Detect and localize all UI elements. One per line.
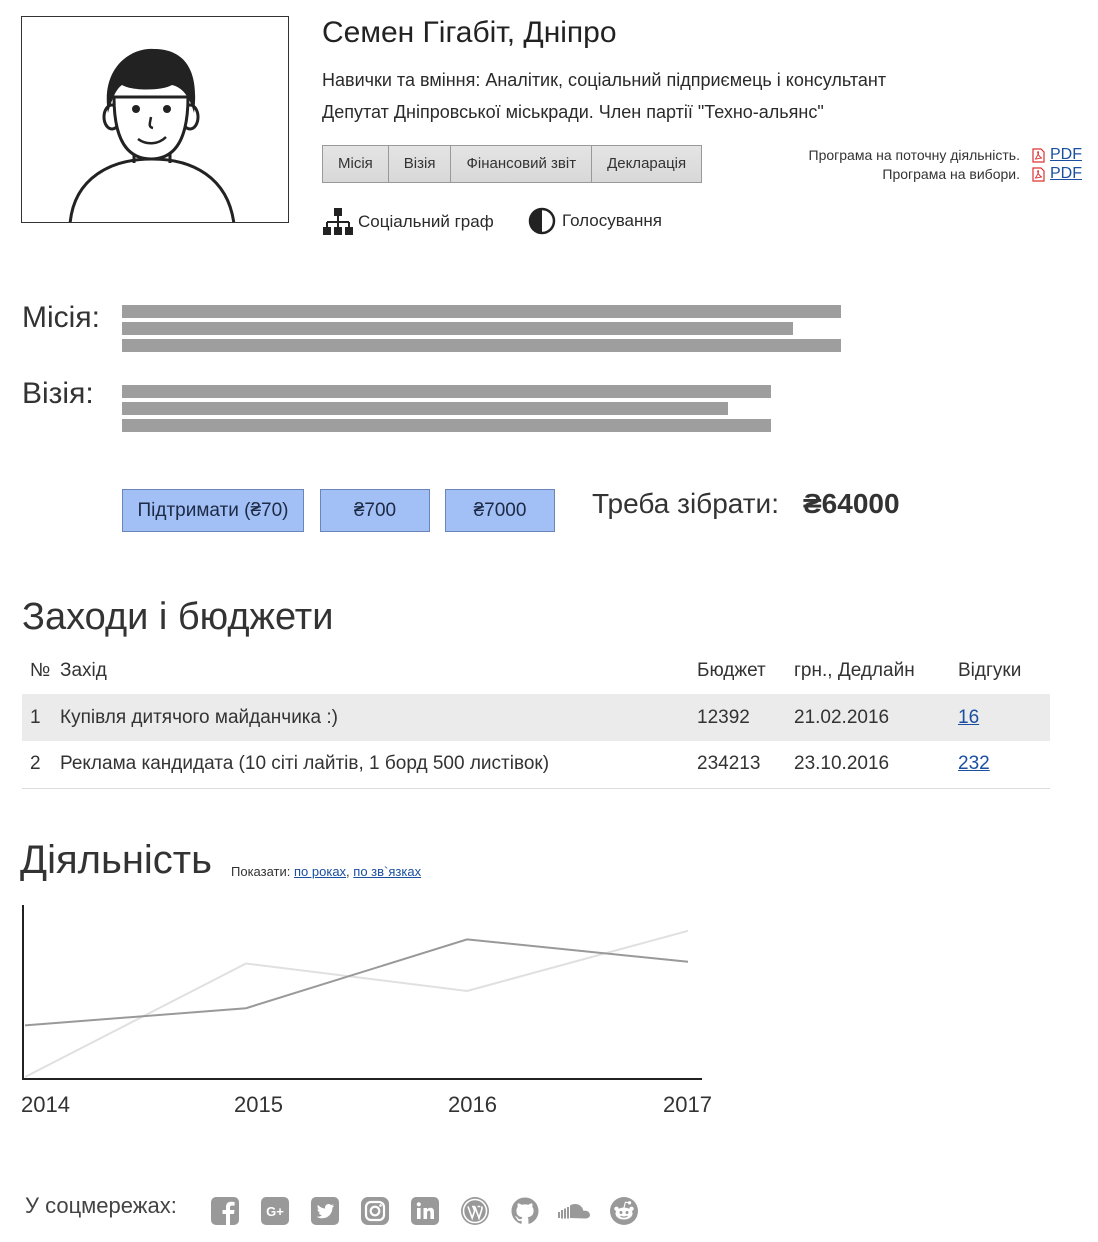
x-tick-label: 2014 [21, 1092, 70, 1117]
show-by-separator: , [346, 864, 350, 879]
tab-vision[interactable]: Візія [388, 146, 452, 182]
series-line [24, 929, 689, 1078]
instagram-icon[interactable] [360, 1196, 390, 1226]
program-elections-row: Програма на вибори. PDF [882, 165, 1082, 183]
profile-position: Депутат Дніпровської міськради. Член пар… [322, 102, 824, 122]
svg-text:G+: G+ [266, 1204, 284, 1219]
contrast-icon [528, 207, 556, 235]
support-700-button[interactable]: ₴700 [320, 489, 430, 532]
google-plus-icon[interactable]: G+ [260, 1196, 290, 1226]
row-deadline: 21.02.2016 [794, 706, 890, 728]
soundcloud-icon[interactable] [556, 1196, 592, 1226]
row-deadline: 23.10.2016 [794, 753, 890, 775]
tab-mission[interactable]: Місія [323, 146, 389, 182]
show-by-years-link[interactable]: по роках [294, 864, 346, 879]
activity-title: Діяльність [20, 838, 212, 882]
table-row: 2 Реклама кандидата (10 сіті лайтів, 1 б… [22, 741, 1050, 788]
tab-financial-report[interactable]: Фінансовий звіт [451, 146, 593, 182]
avatar [21, 16, 289, 223]
pdf-icon [1032, 147, 1045, 163]
show-by-filter: Показати: по роках, по зв`язках [231, 864, 421, 879]
vision-label: Візія: [22, 377, 94, 410]
show-by-links-link[interactable]: по зв`язках [353, 864, 421, 879]
program-elections-pdf-link[interactable]: PDF [1050, 165, 1082, 183]
row-event: Купівля дитячого майданчика :) [60, 706, 338, 728]
social-graph-link[interactable]: Соціальний граф [322, 207, 494, 237]
header-deadline: грн., Дедлайн [794, 660, 915, 681]
profile-tabs: Місія Візія Фінансовий звіт Декларація [322, 145, 703, 183]
header-event: Захід [60, 660, 107, 681]
support-70-button[interactable]: Підтримати (₴70) [122, 489, 304, 532]
program-current-row: Програма на поточну діяльність. PDF [809, 146, 1083, 164]
program-current-label: Програма на поточну діяльність. [808, 147, 1021, 163]
x-tick-label: 2017 [663, 1092, 712, 1117]
program-elections-label: Програма на вибори. [882, 166, 1020, 182]
row-no: 1 [30, 706, 41, 728]
row-budget: 234213 [697, 753, 761, 775]
linkedin-icon[interactable] [410, 1196, 440, 1226]
facebook-icon[interactable] [210, 1196, 240, 1226]
program-current-pdf-link[interactable]: PDF [1050, 146, 1082, 164]
profile-skills: Навички та вміння: Аналітик, соціальний … [322, 70, 887, 90]
raise-label: Треба зібрати: [592, 488, 779, 519]
x-tick-label: 2016 [448, 1092, 497, 1117]
table-row: 1 Купівля дитячого майданчика :) 12392 2… [22, 694, 1050, 741]
hierarchy-icon [323, 208, 353, 235]
events-title: Заходи і бюджети [22, 596, 334, 638]
vision-text-placeholder [122, 419, 771, 432]
mission-label: Місія: [22, 301, 100, 334]
mission-text-placeholder [122, 305, 841, 318]
social-graph-label: Соціальний граф [358, 212, 494, 231]
voting-label: Голосування [562, 211, 662, 230]
wordpress-icon[interactable] [460, 1196, 490, 1226]
social-label: У соцмережах: [25, 1193, 177, 1218]
tab-declaration[interactable]: Декларація [592, 146, 702, 182]
row-budget: 12392 [697, 706, 750, 728]
github-icon[interactable] [510, 1196, 540, 1226]
header-reviews: Відгуки [958, 660, 1022, 681]
mission-text-placeholder [122, 339, 841, 352]
show-by-label: Показати: [231, 864, 291, 879]
twitter-icon[interactable] [310, 1196, 340, 1226]
header-no: № [30, 660, 51, 681]
events-table: № Захід Бюджет грн., Дедлайн Відгуки 1 К… [22, 648, 1050, 789]
table-header-row: № Захід Бюджет грн., Дедлайн Відгуки [22, 648, 1050, 694]
vision-text-placeholder [122, 402, 728, 415]
activity-chart [22, 905, 702, 1080]
raise-amount: ₴64000 [803, 488, 900, 519]
row-reviews-link[interactable]: 16 [958, 707, 979, 728]
pdf-icon [1032, 166, 1045, 182]
vision-text-placeholder [122, 385, 771, 398]
mission-text-placeholder [122, 322, 793, 335]
row-reviews-link[interactable]: 232 [958, 753, 990, 774]
row-no: 2 [30, 753, 41, 775]
support-7000-button[interactable]: ₴7000 [445, 489, 555, 532]
x-tick-label: 2015 [234, 1092, 283, 1117]
profile-name: Семен Гігабіт, Дніпро [322, 16, 617, 49]
series-line [24, 938, 689, 1027]
row-event: Реклама кандидата (10 сіті лайтів, 1 бор… [60, 753, 550, 775]
reddit-icon[interactable] [609, 1196, 639, 1226]
voting-link[interactable]: Голосування [528, 207, 662, 235]
header-budget: Бюджет [697, 660, 766, 681]
